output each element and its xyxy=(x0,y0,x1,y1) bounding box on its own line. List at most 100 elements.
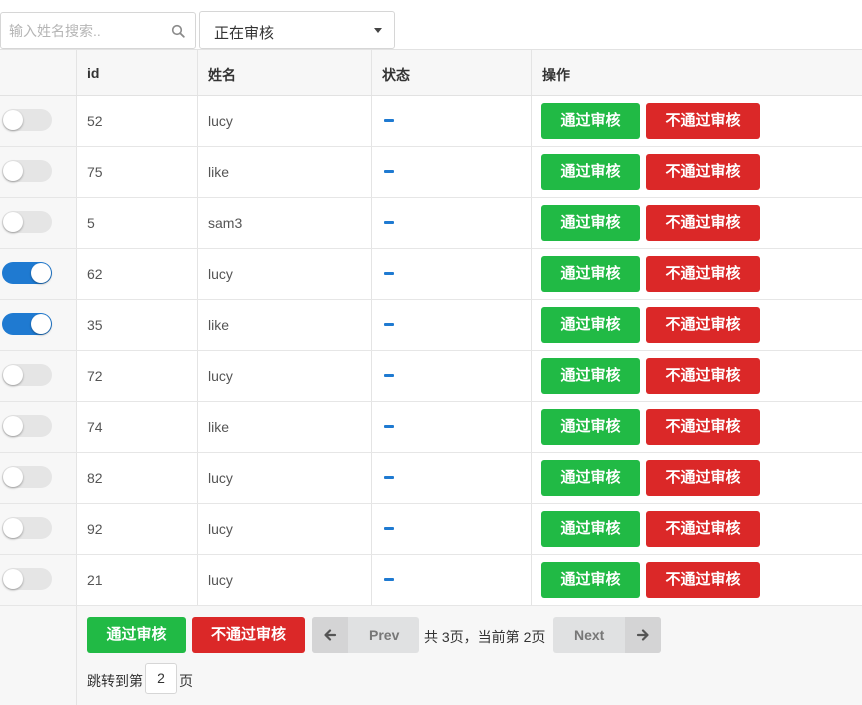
status-cell xyxy=(372,96,532,146)
name-cell: sam3 xyxy=(198,198,372,248)
jump-page-input[interactable]: 2 xyxy=(145,663,177,694)
id-cell: 35 xyxy=(77,300,198,350)
prev-label: Prev xyxy=(369,627,400,643)
row-select-toggle[interactable] xyxy=(2,160,52,182)
next-page-button[interactable]: Next xyxy=(553,617,661,653)
approve-button[interactable]: 通过审核 xyxy=(541,154,640,190)
status-pending-indicator xyxy=(384,323,394,326)
prev-page-button[interactable]: Prev xyxy=(312,617,419,653)
approve-button[interactable]: 通过审核 xyxy=(541,103,640,139)
reject-button[interactable]: 不通过审核 xyxy=(646,205,760,241)
status-cell xyxy=(372,249,532,299)
row-id: 62 xyxy=(87,266,103,282)
status-pending-indicator xyxy=(384,527,394,530)
table-row: 21 lucy 通过审核 不通过审核 xyxy=(0,555,862,606)
arrow-left-icon xyxy=(312,617,348,653)
action-cell: 通过审核 不通过审核 xyxy=(532,453,862,503)
row-select-toggle[interactable] xyxy=(2,262,52,284)
row-id: 75 xyxy=(87,164,103,180)
name-cell: like xyxy=(198,402,372,452)
approve-button[interactable]: 通过审核 xyxy=(541,256,640,292)
reject-button[interactable]: 不通过审核 xyxy=(646,154,760,190)
status-pending-indicator xyxy=(384,272,394,275)
name-cell: lucy xyxy=(198,555,372,605)
approve-button[interactable]: 通过审核 xyxy=(541,511,640,547)
table-row: 5 sam3 通过审核 不通过审核 xyxy=(0,198,862,249)
row-select-toggle[interactable] xyxy=(2,364,52,386)
reject-button[interactable]: 不通过审核 xyxy=(646,409,760,445)
bulk-reject-button[interactable]: 不通过审核 xyxy=(192,617,305,653)
reject-button[interactable]: 不通过审核 xyxy=(646,103,760,139)
toggle-knob xyxy=(31,263,51,283)
status-pending-indicator xyxy=(384,476,394,479)
reject-button[interactable]: 不通过审核 xyxy=(646,256,760,292)
approve-button[interactable]: 通过审核 xyxy=(541,460,640,496)
header-select-column xyxy=(0,50,77,95)
name-cell: like xyxy=(198,147,372,197)
toggle-knob xyxy=(31,314,51,334)
action-cell: 通过审核 不通过审核 xyxy=(532,555,862,605)
row-id: 52 xyxy=(87,113,103,129)
toggle-knob xyxy=(3,467,23,487)
reject-button[interactable]: 不通过审核 xyxy=(646,307,760,343)
action-cell: 通过审核 不通过审核 xyxy=(532,351,862,401)
row-select-toggle[interactable] xyxy=(2,415,52,437)
search-box[interactable] xyxy=(0,12,196,49)
next-label: Next xyxy=(574,627,605,643)
status-cell xyxy=(372,300,532,350)
status-pending-indicator xyxy=(384,578,394,581)
table-row: 72 lucy 通过审核 不通过审核 xyxy=(0,351,862,402)
name-cell: lucy xyxy=(198,453,372,503)
approve-button[interactable]: 通过审核 xyxy=(541,562,640,598)
header-action-column: 操作 xyxy=(532,50,862,95)
status-pending-indicator xyxy=(384,119,394,122)
bulk-approve-button[interactable]: 通过审核 xyxy=(87,617,186,653)
select-cell xyxy=(0,402,77,452)
status-cell xyxy=(372,504,532,554)
row-select-toggle[interactable] xyxy=(2,466,52,488)
reject-button[interactable]: 不通过审核 xyxy=(646,460,760,496)
row-name: lucy xyxy=(208,113,233,129)
header-id: id xyxy=(87,65,100,81)
row-id: 74 xyxy=(87,419,103,435)
toggle-knob xyxy=(3,365,23,385)
toggle-knob xyxy=(3,416,23,436)
reject-button[interactable]: 不通过审核 xyxy=(646,511,760,547)
status-cell xyxy=(372,453,532,503)
search-icon[interactable] xyxy=(171,24,185,38)
row-name: lucy xyxy=(208,470,233,486)
table-row: 75 like 通过审核 不通过审核 xyxy=(0,147,862,198)
row-select-toggle[interactable] xyxy=(2,211,52,233)
approve-button[interactable]: 通过审核 xyxy=(541,358,640,394)
row-name: lucy xyxy=(208,572,233,588)
table-row: 52 lucy 通过审核 不通过审核 xyxy=(0,96,862,147)
action-cell: 通过审核 不通过审核 xyxy=(532,249,862,299)
approve-button[interactable]: 通过审核 xyxy=(541,409,640,445)
reject-button[interactable]: 不通过审核 xyxy=(646,562,760,598)
action-cell: 通过审核 不通过审核 xyxy=(532,300,862,350)
toggle-knob xyxy=(3,518,23,538)
row-select-toggle[interactable] xyxy=(2,568,52,590)
reject-button[interactable]: 不通过审核 xyxy=(646,358,760,394)
status-cell xyxy=(372,555,532,605)
name-cell: lucy xyxy=(198,96,372,146)
approve-button[interactable]: 通过审核 xyxy=(541,205,640,241)
status-filter-select[interactable]: 正在审核 xyxy=(199,11,395,49)
toggle-knob xyxy=(3,161,23,181)
id-cell: 21 xyxy=(77,555,198,605)
arrow-right-icon xyxy=(625,617,661,653)
row-select-toggle[interactable] xyxy=(2,517,52,539)
name-cell: lucy xyxy=(198,351,372,401)
row-select-toggle[interactable] xyxy=(2,109,52,131)
search-input[interactable] xyxy=(1,13,161,48)
select-cell xyxy=(0,453,77,503)
select-cell xyxy=(0,147,77,197)
select-cell xyxy=(0,96,77,146)
approve-button[interactable]: 通过审核 xyxy=(541,307,640,343)
status-pending-indicator xyxy=(384,425,394,428)
table-row: 74 like 通过审核 不通过审核 xyxy=(0,402,862,453)
caret-down-icon xyxy=(374,28,382,33)
data-table: id 姓名 状态 操作 52 lucy 通过审核 不通过审核 75 like 通过审核 不通过… xyxy=(0,49,862,606)
row-select-toggle[interactable] xyxy=(2,313,52,335)
table-header: id 姓名 状态 操作 xyxy=(0,50,862,96)
